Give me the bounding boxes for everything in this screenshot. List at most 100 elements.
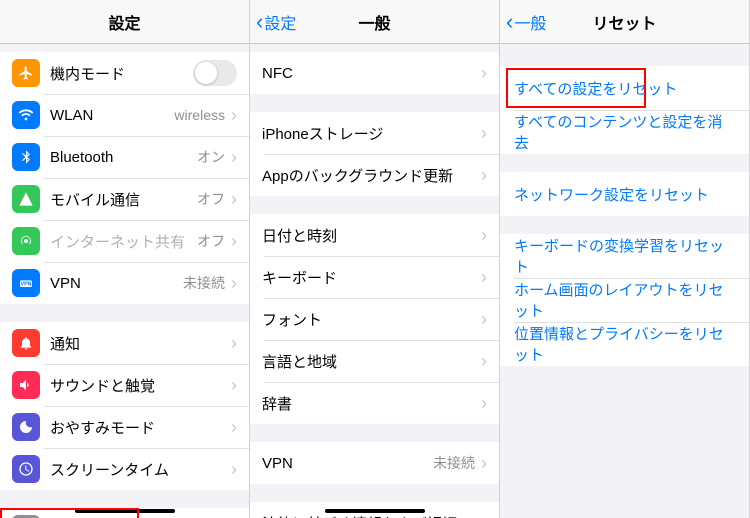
row-value: 未接続 [183,273,225,293]
row-value: wireless [174,107,225,123]
screentime-icon [12,455,40,483]
chevron-right-icon: › [481,166,487,184]
row-value: オフ [197,231,225,251]
chevron-right-icon: › [481,124,487,142]
back-label: 設定 [264,10,296,34]
svg-text:VPN: VPN [21,282,32,288]
header: 設定 [0,0,249,44]
chevron-right-icon: › [481,64,487,82]
row-言語と地域[interactable]: 言語と地域› [250,340,499,382]
row-label: サウンドと触覚 [50,375,231,396]
row-wifi[interactable]: WLANwireless› [0,94,249,136]
row-辞書[interactable]: 辞書› [250,382,499,424]
header: ‹ 設定 一般 [250,0,499,44]
reset-list[interactable]: すべての設定をリセットすべてのコンテンツと設定を消去ネットワーク設定をリセットキ… [500,44,749,518]
link-label: キーボードの変換学習をリセット [514,235,735,277]
row-label: インターネット共有 [50,231,197,252]
row-label: フォント [262,309,481,330]
link-label: 位置情報とプライバシーをリセット [514,323,735,365]
row-notification[interactable]: 通知› [0,322,249,364]
header: ‹ 一般 リセット [500,0,749,44]
vpn-icon: VPN [12,269,40,297]
cellular-icon [12,185,40,213]
reset-option[interactable]: 位置情報とプライバシーをリセット [500,322,749,366]
row-label: Bluetooth [50,149,197,166]
general-list[interactable]: NFC›iPhoneストレージ›Appのバックグラウンド更新›日付と時刻›キーボ… [250,44,499,518]
row-Appのバックグラウンド更新[interactable]: Appのバックグラウンド更新› [250,154,499,196]
row-label: モバイル通信 [50,189,197,210]
row-label: VPN [50,275,183,292]
chevron-left-icon: ‹ [256,11,263,33]
reset-option[interactable]: ネットワーク設定をリセット [500,172,749,216]
chevron-right-icon: › [231,190,237,208]
row-日付と時刻[interactable]: 日付と時刻› [250,214,499,256]
row-NFC[interactable]: NFC› [250,52,499,94]
row-value: オン [197,147,225,167]
chevron-right-icon: › [481,454,487,472]
airplane-icon [12,59,40,87]
row-label: 辞書 [262,393,481,414]
back-button[interactable]: ‹ 設定 [256,10,296,34]
sound-icon [12,371,40,399]
page-title: 設定 [108,10,140,34]
link-label: ネットワーク設定をリセット [514,184,709,205]
row-label: スクリーンタイム [50,459,231,480]
row-フォント[interactable]: フォント› [250,298,499,340]
home-indicator[interactable] [325,509,425,513]
row-cellular[interactable]: モバイル通信オフ › [0,178,249,220]
link-label: ホーム画面のレイアウトをリセット [514,279,735,321]
reset-option[interactable]: すべてのコンテンツと設定を消去 [500,110,749,154]
row-sound[interactable]: サウンドと触覚› [0,364,249,406]
row-label: iPhoneストレージ [262,123,481,144]
chevron-left-icon: ‹ [506,11,513,33]
row-label: 通知 [50,333,231,354]
reset-option[interactable]: キーボードの変換学習をリセット [500,234,749,278]
chevron-right-icon: › [231,460,237,478]
wifi-icon [12,101,40,129]
general-panel: ‹ 設定 一般 NFC›iPhoneストレージ›Appのバックグラウンド更新›日… [250,0,500,518]
reset-option[interactable]: すべての設定をリセット [500,66,749,110]
chevron-right-icon: › [231,376,237,394]
chevron-right-icon: › [481,226,487,244]
row-label: 日付と時刻 [262,225,481,246]
row-value: 未接続 [433,453,475,473]
row-vpn[interactable]: VPNVPN未接続› [0,262,249,304]
row-bluetooth[interactable]: Bluetoothオン › [0,136,249,178]
chevron-right-icon: › [231,148,237,166]
chevron-right-icon: › [481,268,487,286]
chevron-right-icon: › [481,394,487,412]
chevron-right-icon: › [481,310,487,328]
toggle[interactable] [193,60,237,86]
settings-list[interactable]: 機内モードWLANwireless›Bluetoothオン›モバイル通信オフ›イ… [0,44,249,518]
settings-panel: 設定 機内モードWLANwireless›Bluetoothオン›モバイル通信オ… [0,0,250,518]
row-label: Appのバックグラウンド更新 [262,165,481,186]
row-label: 機内モード [50,63,193,84]
chevron-right-icon: › [481,514,487,518]
row-label: NFC [262,65,481,82]
row-airplane[interactable]: 機内モード [0,52,249,94]
chevron-right-icon: › [231,334,237,352]
chevron-right-icon: › [481,352,487,370]
chevron-right-icon: › [231,274,237,292]
row-label: 法律に基づく情報および認証 [262,513,481,518]
page-title: 一般 [358,10,390,34]
row-dnd[interactable]: おやすみモード› [0,406,249,448]
row-label: おやすみモード [50,417,231,438]
row-screentime[interactable]: スクリーンタイム› [0,448,249,490]
row-キーボード[interactable]: キーボード› [250,256,499,298]
notification-icon [12,329,40,357]
hotspot-icon [12,227,40,255]
chevron-right-icon: › [231,232,237,250]
link-label: すべてのコンテンツと設定を消去 [514,111,735,153]
back-button[interactable]: ‹ 一般 [506,10,546,34]
row-VPN[interactable]: VPN未接続› [250,442,499,484]
chevron-right-icon: › [231,418,237,436]
row-hotspot[interactable]: インターネット共有オフ › [0,220,249,262]
row-value: オフ [197,189,225,209]
reset-option[interactable]: ホーム画面のレイアウトをリセット [500,278,749,322]
row-iPhoneストレージ[interactable]: iPhoneストレージ› [250,112,499,154]
reset-panel: ‹ 一般 リセット すべての設定をリセットすべてのコンテンツと設定を消去ネットワ… [500,0,750,518]
home-indicator[interactable] [75,509,175,513]
back-label: 一般 [514,10,546,34]
link-label: すべての設定をリセット [514,78,677,99]
